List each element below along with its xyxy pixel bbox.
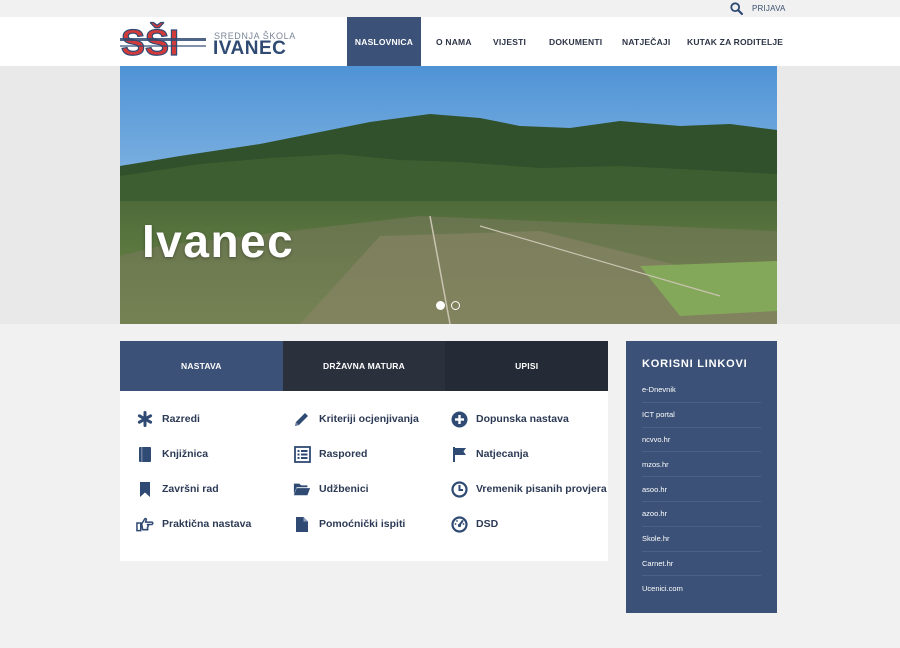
hand-pointer-icon xyxy=(136,515,154,533)
link-prakticna-nastava[interactable]: Praktična nastava xyxy=(136,514,251,534)
link-dopunska[interactable]: Dopunska nastava xyxy=(450,409,569,429)
school-logo-mark: SŠI xyxy=(120,21,206,61)
tab-upisi[interactable]: UPISI xyxy=(445,341,609,391)
link-kriteriji[interactable]: Kriteriji ocjenjivanja xyxy=(293,409,419,429)
sidebar-link-asoo[interactable]: asoo.hr xyxy=(642,477,761,502)
useful-links-sidebar: KORISNI LINKOVI e-Dnevnik ICT portal ncv… xyxy=(626,341,777,613)
tab-drzavna-matura[interactable]: DRŽAVNA MATURA xyxy=(282,341,446,391)
link-raspored[interactable]: Raspored xyxy=(293,444,367,464)
slider-dot-1[interactable] xyxy=(436,301,445,310)
sidebar-link-mzos[interactable]: mzos.hr xyxy=(642,452,761,478)
sidebar-link-ict-portal[interactable]: ICT portal xyxy=(642,403,761,428)
slider-dots xyxy=(436,301,460,310)
link-vremenik[interactable]: Vremenik pisanih provjera xyxy=(450,479,607,499)
sidebar-link-azoo[interactable]: azoo.hr xyxy=(642,502,761,527)
bookmark-icon xyxy=(136,480,154,498)
link-natjecanja[interactable]: Natjecanja xyxy=(450,444,529,464)
link-label: Praktična nastava xyxy=(162,518,252,530)
link-label: Kriteriji ocjenjivanja xyxy=(319,413,419,425)
nav-item-dokumenti[interactable]: DOKUMENTI xyxy=(533,17,606,66)
list-icon xyxy=(293,445,311,463)
site-header: SŠI SREDNJA ŠKOLA IVANEC NASLOVNICA O NA… xyxy=(0,17,900,66)
nav-item-naslovnica[interactable]: NASLOVNICA xyxy=(347,17,421,66)
pencil-icon xyxy=(293,410,311,428)
main-nav: NASLOVNICA O NAMA VIJESTI DOKUMENTI NATJ… xyxy=(347,17,783,66)
sidebar-link-e-dnevnik[interactable]: e-Dnevnik xyxy=(642,378,761,403)
link-label: Udžbenici xyxy=(319,483,369,495)
sidebar-link-list: e-Dnevnik ICT portal ncvvo.hr mzos.hr as… xyxy=(642,378,761,601)
plus-circle-icon xyxy=(450,410,468,428)
school-logo[interactable]: SŠI SREDNJA ŠKOLA IVANEC xyxy=(120,21,295,61)
link-label: Raspored xyxy=(319,448,368,460)
login-link[interactable]: PRIJAVA xyxy=(752,4,786,13)
hero-image xyxy=(120,66,777,324)
asterisk-icon xyxy=(136,410,154,428)
link-razredi[interactable]: Razredi xyxy=(136,409,200,429)
flag-icon xyxy=(450,445,468,463)
utility-bar: PRIJAVA xyxy=(0,0,900,17)
file-icon xyxy=(293,515,311,533)
nav-label: KUTAK ZA RODITELJE xyxy=(687,36,784,47)
link-label: Pomoćnički ispiti xyxy=(319,518,406,530)
link-label: Završni rad xyxy=(162,483,219,495)
dashboard-icon xyxy=(450,515,468,533)
quick-links-panel: NASTAVA DRŽAVNA MATURA UPISI Razredi Kri… xyxy=(120,341,609,561)
hero-slider[interactable]: Ivanec xyxy=(120,66,777,324)
sidebar-link-skole[interactable]: Skole.hr xyxy=(642,527,761,552)
slider-dot-2[interactable] xyxy=(451,301,460,310)
link-label: Dopunska nastava xyxy=(476,413,569,425)
link-label: Natjecanja xyxy=(476,448,529,460)
nav-label: NASLOVNICA xyxy=(354,36,414,47)
link-udzbenici[interactable]: Udžbenici xyxy=(293,479,369,499)
link-label: DSD xyxy=(476,518,499,530)
nav-label: NATJEČAJI xyxy=(622,36,671,47)
nav-item-vijesti[interactable]: VIJESTI xyxy=(477,17,533,66)
tab-label: NASTAVA xyxy=(181,361,222,371)
link-label: Razredi xyxy=(162,413,200,425)
search-icon[interactable] xyxy=(730,2,743,15)
panel-tabs: NASTAVA DRŽAVNA MATURA UPISI xyxy=(120,341,609,391)
sidebar-link-carnet[interactable]: Carnet.hr xyxy=(642,552,761,577)
hero-caption: Ivanec xyxy=(142,215,295,267)
nav-item-natjecaji[interactable]: NATJEČAJI xyxy=(606,17,671,66)
link-label: Knjižnica xyxy=(162,448,209,460)
nav-label: DOKUMENTI xyxy=(549,36,603,47)
link-zavrsni-rad[interactable]: Završni rad xyxy=(136,479,219,499)
link-knjiznica[interactable]: Knjižnica xyxy=(136,444,208,464)
nav-item-kutak-za-roditelje[interactable]: KUTAK ZA RODITELJE xyxy=(671,17,783,66)
tab-label: UPISI xyxy=(515,361,539,371)
sidebar-title: KORISNI LINKOVI xyxy=(642,358,748,370)
nav-label: O NAMA xyxy=(436,36,472,47)
nav-label: VIJESTI xyxy=(493,36,527,47)
link-pomocnicki-ispiti[interactable]: Pomoćnički ispiti xyxy=(293,514,405,534)
clock-icon xyxy=(450,480,468,498)
sidebar-link-ucenici[interactable]: Ucenici.com xyxy=(642,576,761,601)
link-dsd[interactable]: DSD xyxy=(450,514,498,534)
sidebar-link-ncvvo[interactable]: ncvvo.hr xyxy=(642,428,761,453)
logo-name: IVANEC xyxy=(213,38,287,59)
link-label: Vremenik pisanih provjera xyxy=(476,483,607,495)
folder-open-icon xyxy=(293,480,311,498)
nav-item-o-nama[interactable]: O NAMA xyxy=(421,17,477,66)
book-icon xyxy=(136,445,154,463)
tab-nastava[interactable]: NASTAVA xyxy=(120,341,283,391)
tab-label: DRŽAVNA MATURA xyxy=(323,361,405,371)
